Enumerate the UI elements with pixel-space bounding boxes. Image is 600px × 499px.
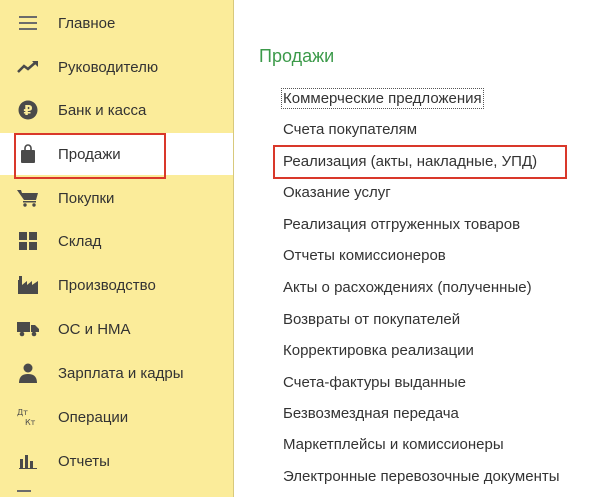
sidebar-item-label: Склад [58, 232, 102, 250]
debit-credit-icon: Дт Кт [17, 406, 39, 428]
factory-icon [17, 274, 39, 296]
ruble-coin-icon: ₽ [17, 99, 39, 121]
sidebar-item-purchases[interactable]: Покупки [0, 177, 233, 219]
link-sales-realization[interactable]: Реализация (акты, накладные, УПД) [283, 153, 537, 170]
sidebar-item-bank[interactable]: ₽ Банк и касса [0, 89, 233, 131]
sidebar-item-label: Руководителю [58, 58, 159, 76]
sidebar-item-fixed-assets[interactable]: ОС и НМА [0, 308, 233, 350]
shopping-bag-icon [17, 143, 39, 165]
truck-icon [17, 318, 39, 340]
sidebar-item-sales[interactable]: Продажи [0, 133, 233, 175]
link-sales-correction[interactable]: Корректировка реализации [283, 342, 474, 359]
link-services[interactable]: Оказание услуг [283, 184, 391, 201]
link-shipped-goods[interactable]: Реализация отгруженных товаров [283, 216, 520, 233]
sidebar-item-label: Банк и касса [58, 101, 147, 119]
sidebar-item-label: Покупки [58, 189, 115, 207]
trend-up-icon [17, 56, 39, 78]
link-free-transfer[interactable]: Безвозмездная передача [283, 405, 459, 422]
warehouse-grid-icon [17, 230, 39, 252]
sidebar-item-label: Продажи [58, 145, 121, 163]
sidebar-item-label: Производство [58, 276, 156, 294]
cart-icon [17, 187, 39, 209]
sidebar-item-salary[interactable]: Зарплата и кадры [0, 352, 233, 394]
link-marketplaces[interactable]: Маркетплейсы и комиссионеры [283, 436, 504, 453]
sidebar-item-label: Операции [58, 408, 129, 426]
link-electronic-waybills[interactable]: Электронные перевозочные документы [283, 468, 560, 485]
sidebar-item-label: Отчеты [58, 452, 110, 470]
link-commercial-offers[interactable]: Коммерческие предложения [281, 88, 484, 109]
link-issued-invoices[interactable]: Счета-фактуры выданные [283, 374, 466, 391]
person-icon [17, 362, 39, 384]
sidebar-item-operations[interactable]: Дт Кт Операции [0, 396, 233, 438]
section-title: Продажи [259, 46, 335, 66]
sidebar-item-production[interactable]: Производство [0, 264, 233, 306]
svg-text:₽: ₽ [23, 104, 32, 119]
link-discrepancy-acts[interactable]: Акты о расхождениях (полученные) [283, 279, 532, 296]
sections-sidebar: Главное Руководителю ₽ Банк и касса Прод… [0, 0, 234, 497]
sidebar-item-label: Главное [58, 14, 116, 32]
sidebar-item-reports[interactable]: Отчеты [0, 440, 233, 482]
svg-text:Дт: Дт [17, 408, 28, 417]
svg-text:Кт: Кт [25, 418, 36, 427]
sidebar-item-manager[interactable]: Руководителю [0, 46, 233, 88]
menu-lines-icon [17, 12, 39, 34]
link-customer-invoices[interactable]: Счета покупателям [283, 121, 417, 138]
sidebar-item-label: ОС и НМА [58, 320, 131, 338]
partial-next-item-icon [17, 490, 31, 499]
link-customer-returns[interactable]: Возвраты от покупателей [283, 311, 460, 328]
link-commissioner-reports[interactable]: Отчеты комиссионеров [283, 247, 446, 264]
bar-chart-icon [17, 450, 39, 472]
sidebar-item-label: Зарплата и кадры [58, 364, 184, 382]
sidebar-item-main[interactable]: Главное [0, 2, 233, 44]
sidebar-item-warehouse[interactable]: Склад [0, 220, 233, 262]
